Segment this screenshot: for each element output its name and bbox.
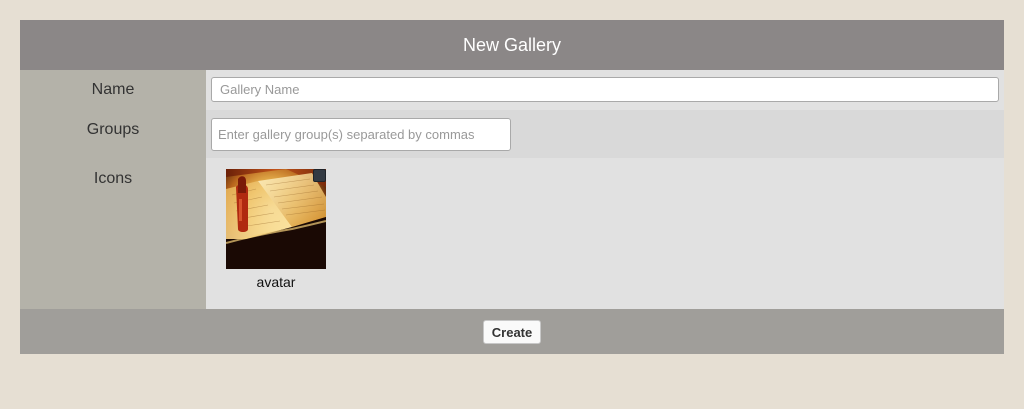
groups-label: Groups: [86, 121, 140, 138]
groups-row: [206, 110, 1004, 158]
panel-footer: Create: [20, 309, 1004, 354]
new-gallery-panel: New Gallery Name Groups Icons Gallery Na…: [20, 20, 1004, 354]
icon-select-checkbox[interactable]: [313, 169, 326, 182]
gallery-name-input[interactable]: [211, 77, 999, 102]
name-label: Name: [91, 81, 135, 98]
create-button[interactable]: Create: [483, 320, 541, 344]
panel-title: New Gallery: [20, 20, 1004, 70]
icons-row: avatar: [206, 158, 1004, 309]
icon-caption: avatar: [256, 274, 296, 290]
label-column: Name Groups Icons: [20, 70, 206, 309]
gallery-form: Name Groups Icons Gallery Name Enter gal…: [20, 70, 1004, 309]
icons-label: Icons: [93, 170, 133, 187]
open-book-photo-icon: [226, 169, 326, 269]
gallery-groups-input[interactable]: [211, 118, 511, 151]
avatar-thumbnail[interactable]: [226, 169, 326, 269]
name-row: [206, 70, 1004, 110]
icon-item[interactable]: avatar: [226, 169, 326, 290]
